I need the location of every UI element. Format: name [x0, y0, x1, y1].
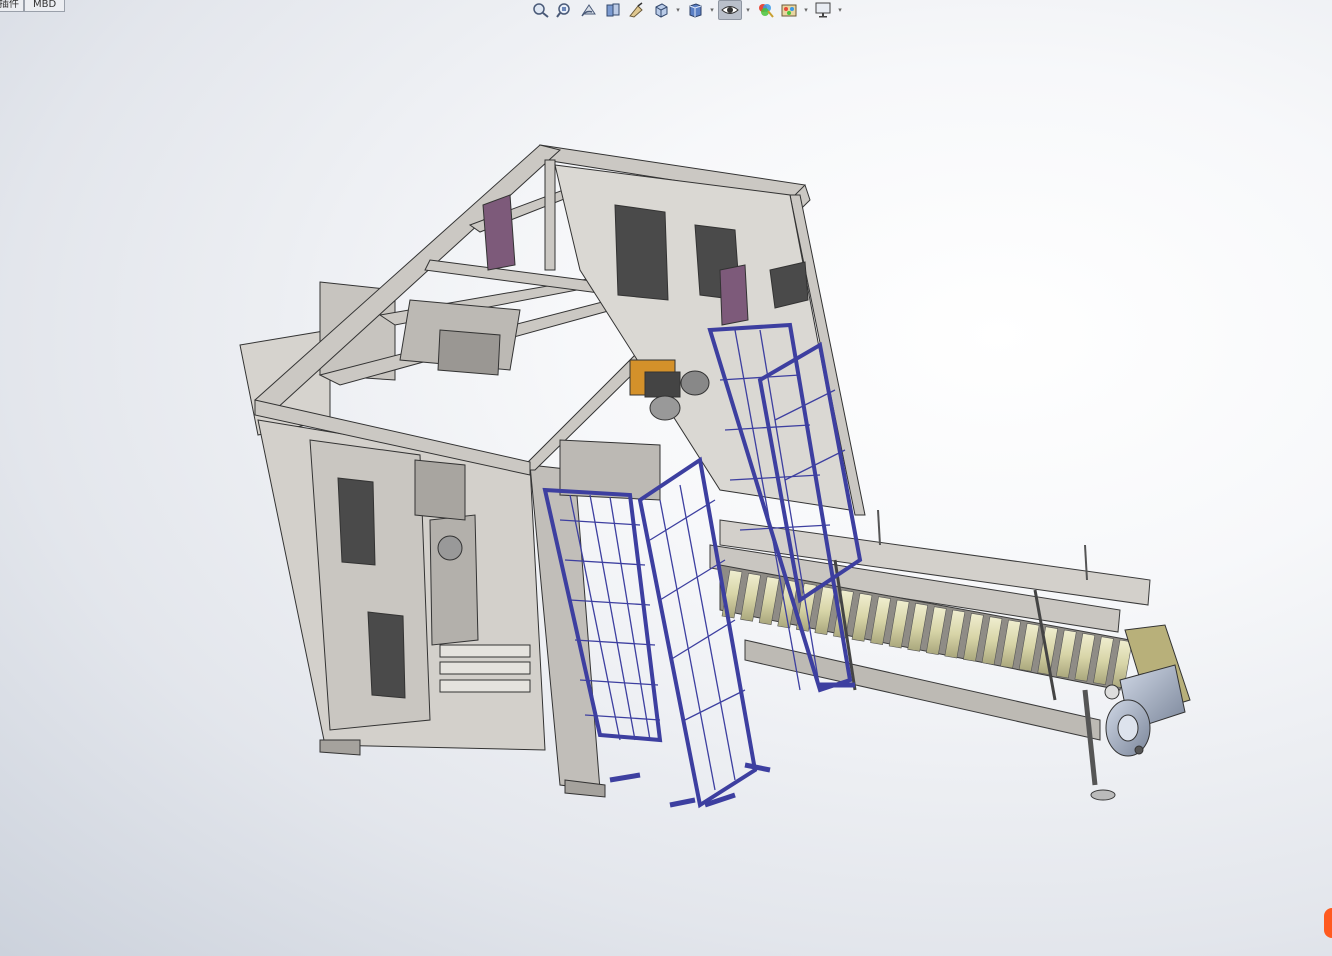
logo-icon	[1324, 908, 1332, 938]
graphics-area[interactable]: 插件 MBD ▾ ▾ ▾ ▾ ▾	[0, 0, 1332, 956]
main-frame	[239, 144, 866, 798]
3d-model-assembly[interactable]	[0, 0, 1332, 956]
rollers-base	[439, 644, 531, 693]
